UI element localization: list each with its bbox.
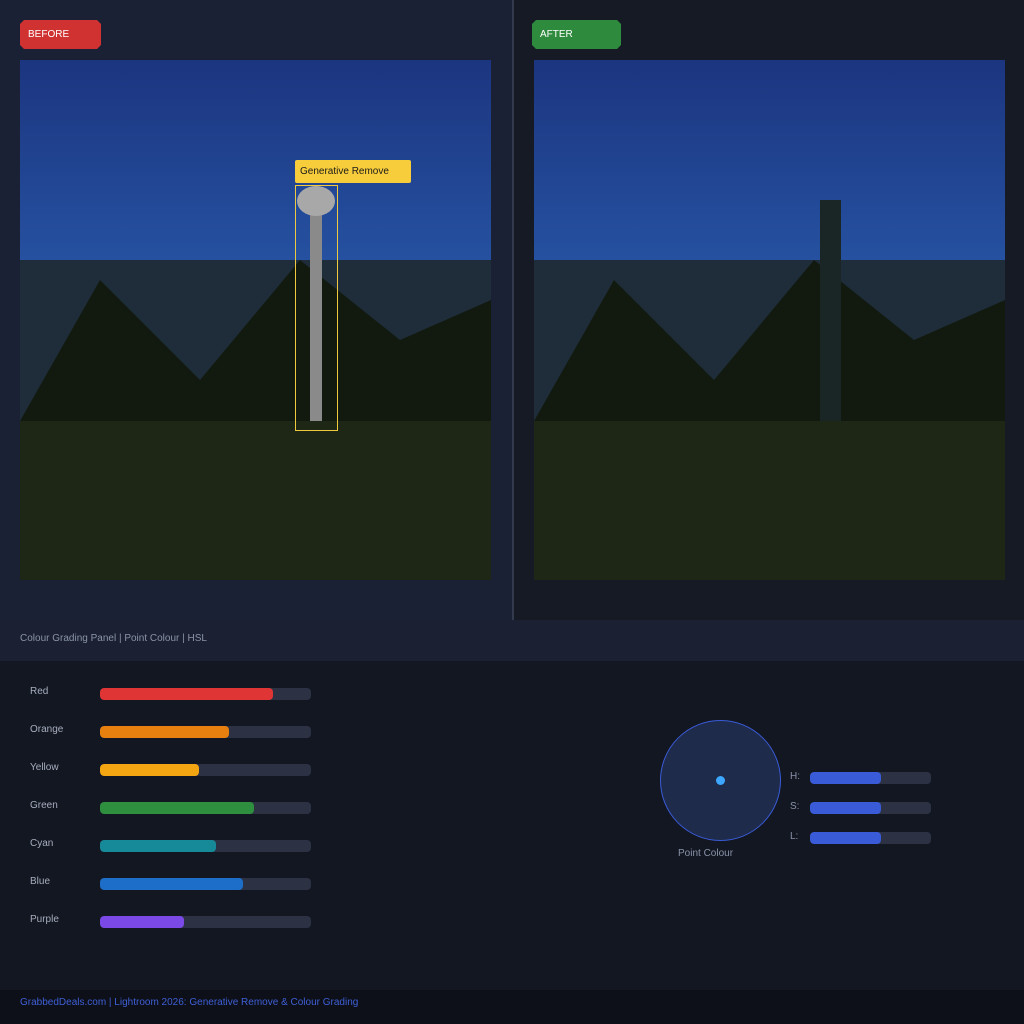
point-colour-caption: Point Colour <box>678 848 734 859</box>
point-colour-picker-dot[interactable] <box>716 776 725 785</box>
hsl-slider-cyan[interactable] <box>100 840 311 852</box>
hsl-fill-cyan <box>100 840 217 852</box>
hsl-fill-orange <box>100 726 229 738</box>
hsl-slider-blue[interactable] <box>100 878 311 890</box>
filled-area <box>820 200 841 421</box>
hsl-slider-purple[interactable] <box>100 916 311 928</box>
after-badge: AFTER <box>532 20 621 49</box>
ground <box>20 421 491 580</box>
point-colour-label-l: L: <box>790 831 799 842</box>
point-colour-fill-h <box>810 772 882 784</box>
hsl-label-red: Red <box>30 686 49 697</box>
point-colour-slider-s[interactable] <box>810 802 931 814</box>
hsl-label-orange: Orange <box>30 724 64 735</box>
hsl-slider-red[interactable] <box>100 688 311 700</box>
footer: GrabbedDeals.com | Lightroom 2026: Gener… <box>0 990 1024 1024</box>
sky <box>534 60 1005 260</box>
hsl-slider-green[interactable] <box>100 802 311 814</box>
ground <box>534 421 1005 580</box>
point-colour-label-h: H: <box>790 771 800 782</box>
before-photo[interactable] <box>20 60 491 580</box>
hsl-slider-orange[interactable] <box>100 726 311 738</box>
before-landscape-image <box>20 60 491 580</box>
panel-tabs-text[interactable]: Colour Grading Panel | Point Colour | HS… <box>20 633 207 644</box>
generative-remove-selection[interactable] <box>295 185 338 431</box>
hsl-slider-yellow[interactable] <box>100 764 311 776</box>
point-colour-fill-s <box>810 802 882 814</box>
after-photo[interactable] <box>534 60 1005 580</box>
hsl-fill-purple <box>100 916 185 928</box>
hsl-fill-red <box>100 688 274 700</box>
point-colour-label-s: S: <box>790 801 800 812</box>
panel-tab-bar: Colour Grading Panel | Point Colour | HS… <box>0 620 1024 661</box>
hsl-label-purple: Purple <box>30 914 59 925</box>
sky <box>20 60 491 260</box>
generative-remove-label[interactable]: Generative Remove <box>295 160 411 183</box>
footer-text: GrabbedDeals.com | Lightroom 2026: Gener… <box>20 997 359 1008</box>
hsl-label-green: Green <box>30 800 58 811</box>
point-colour-fill-l <box>810 832 882 844</box>
point-colour-slider-l[interactable] <box>810 832 931 844</box>
point-colour-slider-h[interactable] <box>810 772 931 784</box>
hsl-fill-blue <box>100 878 244 890</box>
hsl-label-blue: Blue <box>30 876 51 887</box>
hsl-fill-yellow <box>100 764 200 776</box>
before-badge: BEFORE <box>20 20 101 49</box>
after-landscape-image <box>534 60 1005 580</box>
hsl-label-yellow: Yellow <box>30 762 59 773</box>
hsl-fill-green <box>100 802 255 814</box>
hsl-label-cyan: Cyan <box>30 838 54 849</box>
